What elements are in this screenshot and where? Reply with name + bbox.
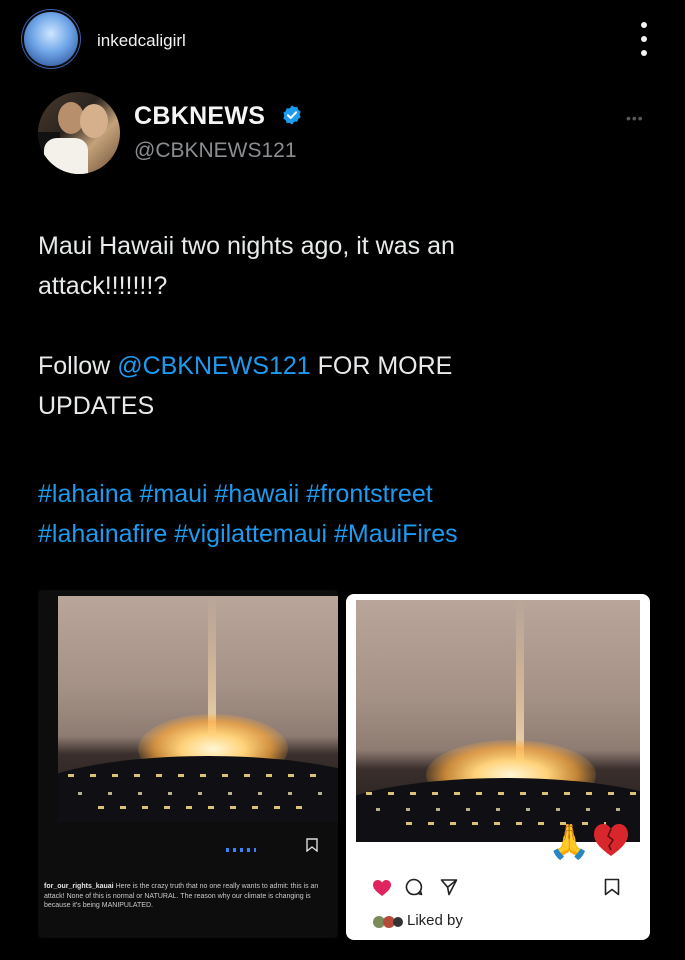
liked-by-avatars [373, 916, 403, 928]
bookmark-icon[interactable] [604, 878, 620, 896]
tweet-text: Maui Hawaii two nights ago, it was an at… [38, 226, 455, 306]
bookmark-icon [306, 838, 318, 852]
fire-photo [356, 600, 640, 842]
instagram-username[interactable]: inkedcaligirl [97, 31, 186, 51]
broken-heart-icon [594, 824, 628, 856]
follow-text: UPDATES [38, 392, 155, 420]
follow-text: Follow [38, 352, 118, 380]
follow-text: FOR MORE [310, 352, 453, 380]
praying-hands-emoji: 🙏 [548, 823, 591, 861]
tweet-more-icon: ••• [626, 110, 644, 126]
tweet-display-name: CBKNEWS [134, 102, 266, 130]
hashtag-line[interactable]: #lahainafire #vigilattemaui #MauiFires [38, 514, 458, 554]
carousel-dots [226, 848, 256, 852]
fire-photo [58, 596, 338, 822]
embedded-caption: for_our_rights_kauai Here is the crazy t… [44, 882, 334, 911]
embedded-screenshot-left[interactable]: for_our_rights_kauai Here is the crazy t… [38, 590, 338, 938]
verified-badge-icon [283, 105, 301, 125]
tweet-follow-text: Follow @CBKNEWS121 FOR MORE UPDATES [38, 346, 452, 426]
tweet-hashtags[interactable]: #lahaina #maui #hawaii #frontstreet #lah… [38, 474, 458, 554]
tweet-handle: @CBKNEWS121 [134, 139, 297, 162]
tweet-line: Maui Hawaii two nights ago, it was an [38, 232, 455, 260]
instagram-avatar[interactable] [24, 12, 78, 66]
hashtag-line[interactable]: #lahaina #maui #hawaii #frontstreet [38, 474, 458, 514]
comment-icon[interactable] [405, 878, 423, 896]
caption-username: for_our_rights_kauai [44, 883, 114, 890]
heart-icon[interactable] [372, 879, 392, 897]
mention-link[interactable]: @CBKNEWS121 [117, 352, 311, 380]
share-icon[interactable] [440, 878, 458, 896]
liked-by-text: Liked by [407, 912, 463, 929]
tweet-line: attack!!!!!!!? [38, 272, 168, 300]
more-options-icon[interactable] [634, 22, 654, 56]
tweet-avatar [38, 92, 120, 174]
